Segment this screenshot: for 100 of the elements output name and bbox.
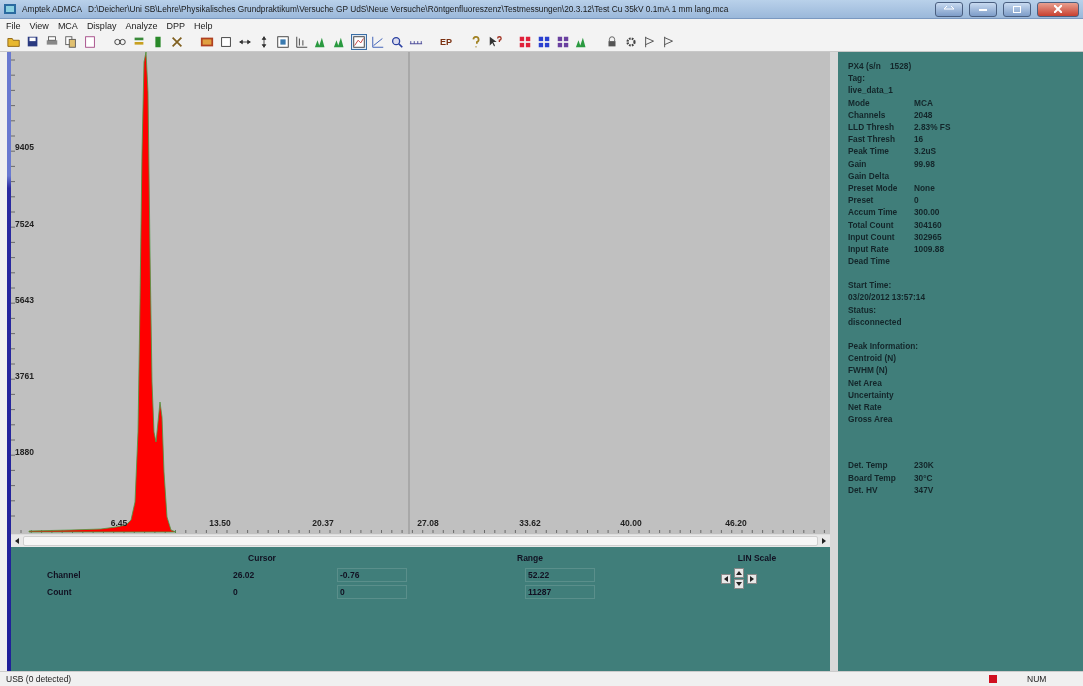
range-high-field[interactable]: 52.22 <box>525 567 595 582</box>
info-label: Dead Time <box>848 256 890 267</box>
y-axis-label: 3761 <box>15 371 34 381</box>
y-axis-label: 9405 <box>15 142 34 152</box>
info-value: 2048 <box>914 109 933 120</box>
info-label: Tag: <box>848 73 865 84</box>
info-value: 347V <box>914 484 934 495</box>
y-axis-label: 5643 <box>15 295 34 305</box>
search-icon[interactable] <box>389 34 405 50</box>
info-value: 230K <box>914 460 934 471</box>
range-low-field[interactable]: -0.76 <box>337 567 407 582</box>
x-axis-label: 46.20 <box>725 518 747 528</box>
info-label: Preset Mode <box>848 182 899 193</box>
info-label: Mode <box>848 97 871 108</box>
status-text: USB (0 detected) <box>6 674 72 684</box>
x-axis-label: 20.37 <box>312 518 334 528</box>
info-label: Start Time: <box>848 280 892 291</box>
page-icon[interactable] <box>82 34 98 50</box>
column-header: LIN Scale <box>736 553 778 564</box>
x-axis-label: 40.00 <box>620 518 642 528</box>
info-label: Input Count <box>848 231 896 242</box>
info-label: Uncertainty <box>848 389 894 400</box>
info-value: 3.2uS <box>914 146 937 157</box>
x-axis-label: 13.50 <box>209 518 231 528</box>
info-label: Net Area <box>848 377 882 388</box>
y-axis-label: 7524 <box>15 219 34 229</box>
minimize-button[interactable] <box>969 1 997 17</box>
info-label: PX4 (s/n 1528) <box>848 61 912 72</box>
row-label: Channel <box>47 568 82 581</box>
info-value: 302965 <box>914 231 942 242</box>
zoom-box-icon[interactable] <box>275 34 291 50</box>
status-indicator <box>989 675 997 683</box>
close-icon <box>1054 5 1062 13</box>
menu-item[interactable]: File <box>6 21 21 31</box>
toolbar-button[interactable]: EP <box>438 34 454 50</box>
x-axis-label: 33.62 <box>519 518 541 528</box>
maximize-icon <box>1013 5 1021 13</box>
cross-icon[interactable] <box>169 34 185 50</box>
horizontal-scrollbar[interactable] <box>11 534 830 547</box>
scale-left-button[interactable] <box>721 573 731 584</box>
range-high-field[interactable]: 11287 <box>525 584 595 599</box>
menu-item[interactable]: DPP <box>166 21 185 31</box>
info-label: disconnected <box>848 316 902 327</box>
scale-up-button[interactable] <box>734 568 744 578</box>
vertical-scrollbar[interactable] <box>7 52 11 671</box>
menu-item[interactable]: Help <box>193 21 213 31</box>
info-label: Total Count <box>848 219 895 230</box>
scroll-right-icon[interactable] <box>820 536 828 546</box>
double-arrow-icon <box>944 6 954 12</box>
close-button[interactable] <box>1037 1 1079 17</box>
scroll-thumb[interactable] <box>23 536 818 546</box>
cursor-value: 0 <box>232 585 239 598</box>
restore-button[interactable] <box>935 1 963 17</box>
info-value: 99.98 <box>914 158 935 169</box>
menu-item[interactable]: View <box>29 21 49 31</box>
x-axis-label: 6.45 <box>110 518 128 528</box>
menu-item[interactable]: Display <box>86 21 117 31</box>
plot-icon[interactable] <box>351 34 367 50</box>
info-label: Accum Time <box>848 207 899 218</box>
info-value: MCA <box>914 97 933 108</box>
info-label: Peak Information: <box>848 341 919 352</box>
info-label: Det. HV <box>848 484 879 495</box>
info-label: Gain Delta <box>848 170 890 181</box>
window-title: D:\Deicher\Uni SB\Lehre\Physikalisches Grundpraktikum\Versuche GP UdS\Neue Versuche\Röntgenfluoreszenz\Testmessungen\20.3.12\Test Cu 35kV 0.1mA 1 mm lang.mca <box>87 4 729 14</box>
info-value: 1009.88 <box>914 243 944 254</box>
info-label: live_data_1 <box>848 85 893 96</box>
range-low-field[interactable]: 0 <box>337 584 407 599</box>
app-name: Amptek ADMCA <box>22 4 82 14</box>
info-label: Gross Area <box>848 414 893 425</box>
info-label: LLD Thresh <box>848 122 896 133</box>
info-label: Status: <box>848 304 877 315</box>
info-label: Gain <box>848 158 868 169</box>
grid-icon[interactable] <box>555 34 571 50</box>
square-icon[interactable] <box>218 34 234 50</box>
scale-down-button[interactable] <box>734 579 744 589</box>
info-label: Peak Time <box>848 146 890 157</box>
info-value: 2.83% FS <box>914 122 951 133</box>
grid-icon[interactable] <box>517 34 533 50</box>
row-label: Count <box>47 585 73 598</box>
menu-item[interactable]: Analyze <box>125 21 158 31</box>
info-label: Det. Temp <box>848 460 889 471</box>
column-header: Range <box>517 553 544 564</box>
y-axis-label: 1880 <box>15 447 34 457</box>
info-label: Centroid (N) <box>848 353 896 364</box>
column-header: Cursor <box>247 553 277 564</box>
info-value: None <box>914 182 935 193</box>
info-value: 30°C <box>914 472 933 483</box>
app-icon <box>4 4 16 14</box>
info-value: 300.00 <box>914 207 940 218</box>
info-label: Fast Thresh <box>848 134 897 145</box>
scroll-left-icon[interactable] <box>13 536 21 546</box>
menu-item[interactable]: MCA <box>57 21 78 31</box>
axes-bars-icon[interactable] <box>294 34 310 50</box>
info-label: Channels <box>848 109 887 120</box>
info-value: 304160 <box>914 219 942 230</box>
grid-icon[interactable] <box>536 34 552 50</box>
info-label: 03/20/2012 13:57:14 <box>848 292 926 303</box>
copy-icon[interactable] <box>63 34 79 50</box>
scale-right-button[interactable] <box>747 573 757 584</box>
maximize-button[interactable] <box>1003 1 1031 17</box>
